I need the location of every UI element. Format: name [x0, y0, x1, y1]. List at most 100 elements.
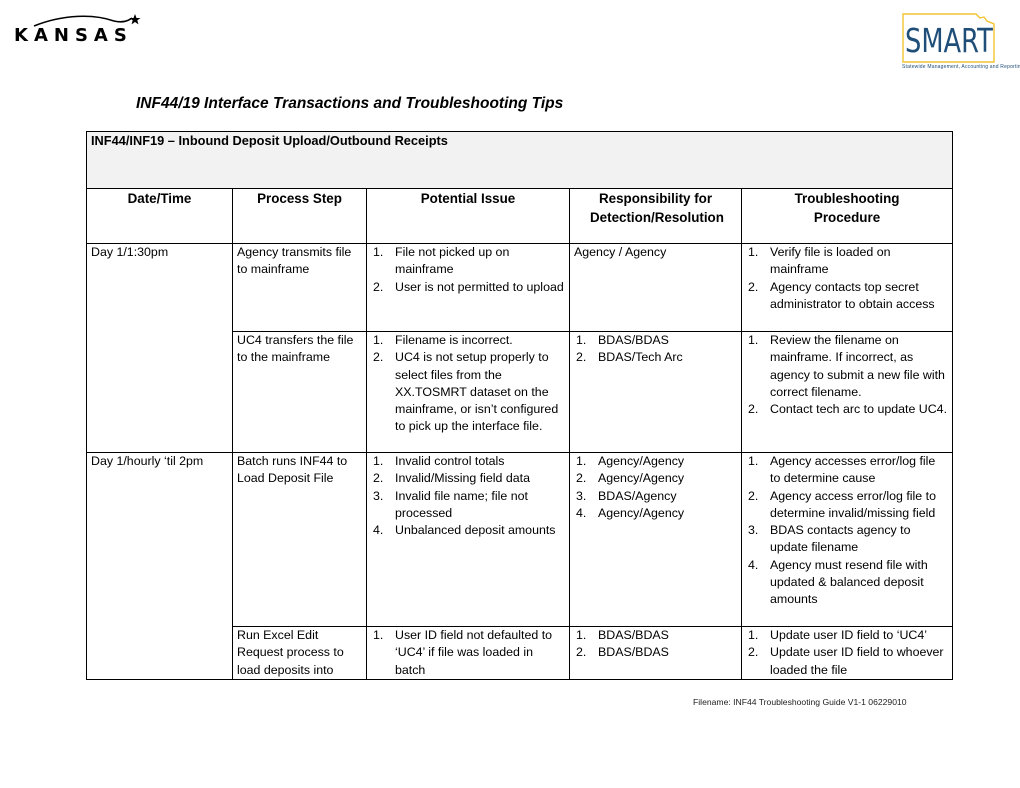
list-text: BDAS/Tech Arc [598, 350, 683, 365]
responsibility-list: 1. BDAS/BDAS 2. BDAS/Tech Arc [574, 332, 737, 367]
list-number: 3. [748, 523, 759, 538]
potential-issue-cell: 1. Filename is incorrect. 2. UC4 is not set… [366, 331, 570, 453]
process-step-cell: Batch runs INF44 to Load Deposit File [232, 452, 367, 627]
list-item: 4. Unbalanced deposit amounts [371, 522, 565, 539]
section-header-row: INF44/INF19 – Inbound Deposit Upload/Out… [85, 131, 954, 189]
list-text: BDAS contacts agency to update filename [770, 523, 911, 555]
list-number: 1. [748, 628, 759, 642]
list-text: Review the filename on mainframe. If inc… [770, 333, 945, 399]
responsibility-cell: 1. BDAS/BDAS 2. BDAS/Tech Arc [569, 331, 742, 453]
list-number: 2. [748, 279, 759, 294]
list-number: 2. [576, 350, 587, 365]
date-time-cell: Day 1/1:30pm [86, 243, 233, 453]
list-text: Verify file is loaded on mainframe [770, 245, 891, 277]
smart-subtitle: Statewide Management, Accounting and Rep… [902, 64, 1020, 70]
issue-list: 1. File not picked up on mainframe 2. User … [371, 244, 565, 296]
troubleshooting-table: INF44/INF19 – Inbound Deposit Upload/Out… [85, 131, 954, 680]
list-item: 2. User is not permitted to upload [371, 279, 565, 296]
procedure-cell: 1. Review the filename on mainframe. If i… [740, 331, 954, 453]
list-number: 1. [373, 628, 384, 642]
list-number: 1. [576, 333, 587, 347]
list-number: 4. [373, 523, 384, 538]
potential-issue-cell: 1. Invalid control totals 2. Invalid/Missin… [366, 452, 570, 627]
procedure-list: 1. Agency accesses error/log file to dete… [746, 453, 948, 609]
list-text: Agency/Agency [598, 454, 685, 468]
list-number: 2. [373, 471, 384, 486]
list-item: 1. Verify file is loaded on mainframe [746, 244, 948, 279]
list-text: BDAS/BDAS [598, 333, 669, 347]
table-row: Day 1/1:30pm Agency transmits file to mai… [86, 243, 954, 453]
column-header-potential-issue: Potential Issue [366, 188, 570, 244]
list-item: 2. BDAS/Tech Arc [574, 349, 737, 366]
list-number: 2. [373, 350, 384, 365]
list-text: UC4 is not setup properly to select file… [395, 350, 559, 434]
responsibility-list: 1. BDAS/BDAS 2. BDAS/BDAS [574, 627, 737, 662]
list-number: 1. [576, 628, 587, 642]
list-number: 1. [748, 454, 759, 468]
list-text: Invalid file name; file not processed [395, 488, 528, 520]
list-number: 2. [576, 471, 587, 486]
list-item: 2. Contact tech arc to update UC4. [746, 401, 948, 418]
document-title: INF44/19 Interface Transactions and Trou… [136, 95, 564, 112]
list-text: BDAS/Agency [598, 488, 677, 503]
list-item: 1. Review the filename on mainframe. If i… [746, 332, 948, 401]
list-text: Agency must resend file with updated & b… [770, 557, 928, 607]
issue-list: 1. User ID field not defaulted to ‘UC4’ i… [371, 627, 565, 679]
list-text: Agency contacts top secret administrator… [770, 279, 935, 311]
list-item: 3. Invalid file name; file not processed [371, 488, 565, 523]
list-number: 1. [373, 245, 384, 259]
issue-list: 1. Filename is incorrect. 2. UC4 is not set… [371, 332, 565, 436]
column-header-process-step: Process Step [232, 188, 367, 244]
list-item: 1. BDAS/BDAS [574, 332, 737, 349]
procedure-list: 1. Update user ID field to ‘UC4’ 2. Update … [746, 627, 948, 679]
list-item: 4. Agency must resend file with updated &… [746, 557, 948, 609]
list-item: 1. Agency/Agency [574, 453, 737, 470]
list-text: Agency/Agency [598, 471, 685, 486]
process-step-cell: Run Excel Edit Request process to load d… [232, 626, 367, 680]
responsibility-cell: 1. Agency/Agency 2. Agency/Agency 3. BDAS/Age… [569, 452, 742, 627]
list-item: 2. Agency/Agency [574, 470, 737, 487]
list-number: 1. [373, 454, 384, 468]
process-step-cell: UC4 transfers the file to the mainframe [232, 331, 367, 453]
kansas-logo: KANSAS [14, 12, 144, 46]
list-item: 1. BDAS/BDAS [574, 627, 737, 644]
process-step-cell: Agency transmits file to mainframe [232, 243, 367, 332]
list-number: 1. [576, 454, 587, 468]
list-text: Invalid control totals [395, 454, 505, 468]
list-text: Update user ID field to ‘UC4’ [770, 628, 928, 642]
column-header-responsibility: Responsibility for Detection/Resolution [569, 188, 742, 244]
list-text: Update user ID field to whoever loaded t… [770, 645, 944, 677]
list-number: 1. [748, 333, 759, 347]
footer-filename: Filename: INF44 Troubleshooting Guide V1… [693, 697, 907, 707]
kansas-wordmark: KANSAS [14, 25, 133, 46]
list-number: 2. [748, 488, 759, 503]
smart-wordmark: SMART [905, 21, 993, 60]
list-number: 4. [748, 557, 759, 572]
list-text: BDAS/BDAS [598, 628, 669, 642]
list-text: Unbalanced deposit amounts [395, 523, 556, 538]
smart-logo: SMART Statewide Management, Accounting a… [900, 12, 1020, 74]
list-item: 3. BDAS contacts agency to update filenam… [746, 522, 948, 557]
list-item: 4. Agency/Agency [574, 505, 737, 522]
list-text: Invalid/Missing field data [395, 471, 530, 486]
table-row: Day 1/hourly ‘til 2pm Batch runs INF44 to… [86, 452, 954, 680]
list-text: User ID field not defaulted to ‘UC4’ if … [395, 628, 553, 677]
list-text: Agency access error/log file to determin… [770, 488, 936, 520]
list-item: 1. Invalid control totals [371, 453, 565, 470]
date-time-cell: Day 1/hourly ‘til 2pm [86, 452, 233, 680]
column-header-procedure: Troubleshooting Procedure [740, 188, 954, 244]
list-item: 2. Update user ID field to whoever loaded… [746, 644, 948, 679]
list-item: 2. Invalid/Missing field data [371, 470, 565, 487]
list-number: 4. [576, 505, 587, 520]
list-item: 1. Agency accesses error/log file to dete… [746, 453, 948, 488]
list-item: 1. Filename is incorrect. [371, 332, 565, 349]
procedure-cell: 1. Agency accesses error/log file to dete… [740, 452, 954, 627]
potential-issue-cell: 1. File not picked up on mainframe 2. User … [366, 243, 570, 332]
procedure-cell: 1. Update user ID field to ‘UC4’ 2. Update … [740, 626, 954, 680]
procedure-cell: 1. Verify file is loaded on mainframe 2. Ag… [740, 243, 954, 332]
procedure-list: 1. Verify file is loaded on mainframe 2. Ag… [746, 244, 948, 313]
list-number: 1. [748, 245, 759, 259]
list-item: 2. UC4 is not setup properly to select fi… [371, 349, 565, 435]
list-item: 2. BDAS/BDAS [574, 644, 737, 661]
list-item: 3. BDAS/Agency [574, 488, 737, 505]
